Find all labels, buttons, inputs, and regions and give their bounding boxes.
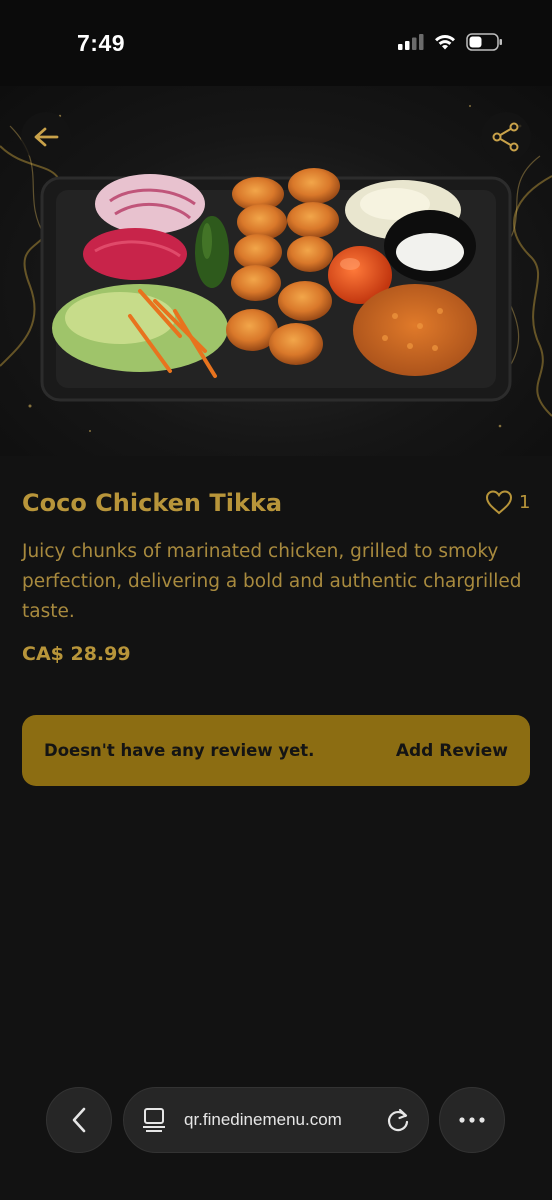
status-time: 7:49 (77, 30, 126, 56)
wifi-icon (435, 34, 455, 50)
item-title: Coco Chicken Tikka (22, 489, 283, 517)
reader-icon (143, 1108, 165, 1132)
address-bar[interactable]: qr.finedinemenu.com (123, 1087, 429, 1153)
food-platter-illustration (0, 105, 552, 432)
more-button[interactable] (439, 1087, 505, 1153)
item-price: CA$ 28.99 (22, 643, 131, 665)
browser-back-button[interactable] (46, 1087, 112, 1153)
heart-icon (485, 490, 513, 515)
signal-icon (398, 34, 424, 50)
reload-icon[interactable] (386, 1107, 410, 1133)
share-button[interactable] (481, 112, 531, 162)
arrow-left-icon (34, 127, 59, 147)
like-count: 1 (519, 492, 531, 513)
review-bar: Doesn't have any review yet. Add Review (22, 715, 530, 786)
more-icon (459, 1117, 485, 1123)
review-status-text: Doesn't have any review yet. (44, 741, 315, 760)
battery-icon (466, 33, 502, 51)
add-review-button[interactable]: Add Review (396, 741, 508, 761)
status-icons (398, 33, 504, 51)
item-description: Juicy chunks of marinated chicken, grill… (22, 541, 522, 622)
chevron-left-icon (72, 1107, 86, 1133)
share-icon (492, 122, 519, 152)
back-button[interactable] (21, 112, 71, 162)
url-text: qr.finedinemenu.com (184, 1110, 342, 1129)
item-hero-image (0, 86, 552, 456)
like-button[interactable]: 1 (485, 490, 530, 515)
status-bar: 7:49 (0, 0, 552, 86)
